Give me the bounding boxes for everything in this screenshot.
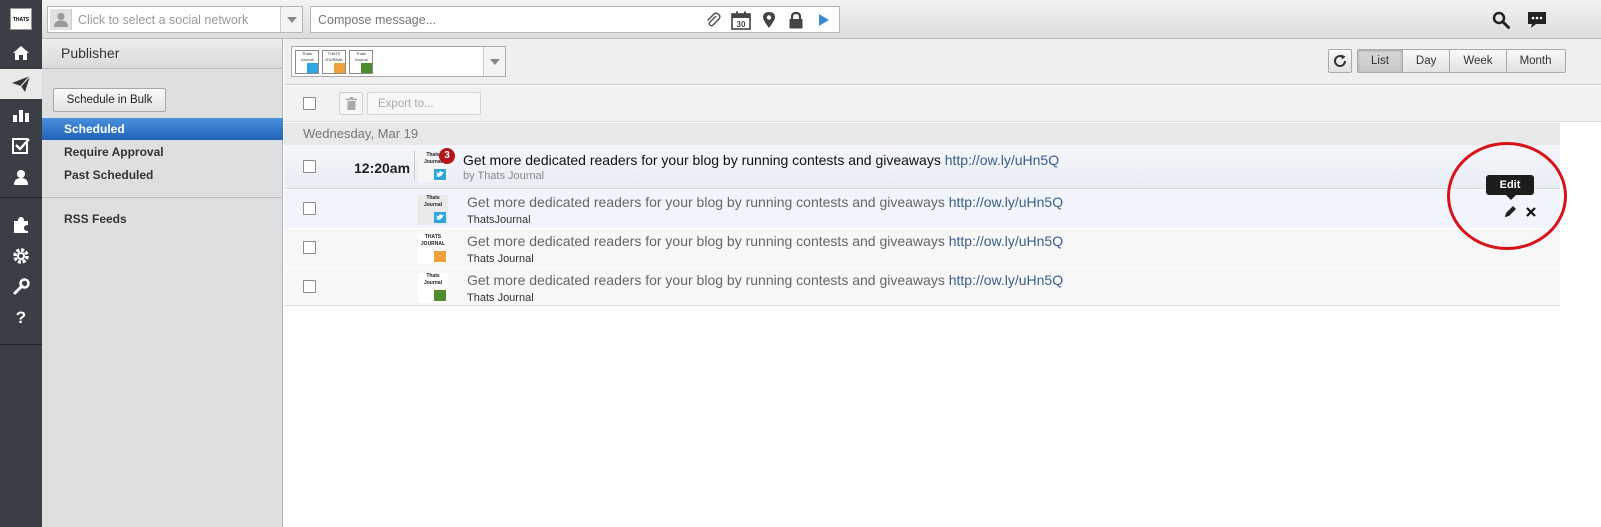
post-checkbox[interactable]	[303, 202, 316, 215]
settings-icon[interactable]	[0, 241, 42, 271]
main-content: Thats Journal THATS JOURNAL Thats Journa…	[284, 39, 1601, 527]
bulk-action-bar: Export to...	[284, 86, 1601, 122]
row-divider	[414, 151, 415, 181]
attachment-icon[interactable]	[703, 10, 723, 30]
app-rail: THATS JOURNAL ?	[0, 0, 42, 527]
post-body: Get more dedicated readers for your blog…	[467, 233, 945, 249]
network-icon	[434, 251, 446, 262]
message-count-badge: 3	[439, 148, 455, 164]
post-row[interactable]: Thats Journal Get more dedicated readers…	[284, 190, 1560, 228]
chevron-down-icon[interactable]	[280, 7, 302, 32]
tools-icon[interactable]	[0, 272, 42, 302]
view-month-button[interactable]: Month	[1506, 50, 1565, 72]
lock-icon[interactable]	[786, 10, 806, 30]
profile-picker[interactable]: Thats Journal THATS JOURNAL Thats Journa…	[291, 46, 506, 77]
post-link[interactable]: http://ow.ly/uHn5Q	[949, 233, 1063, 249]
post-link[interactable]: http://ow.ly/uHn5Q	[949, 194, 1063, 210]
user-icon	[50, 9, 72, 30]
annotation-circle	[1447, 142, 1567, 250]
network-icon	[434, 290, 446, 301]
rail-divider	[0, 344, 42, 345]
apps-icon[interactable]	[0, 210, 42, 240]
view-day-button[interactable]: Day	[1402, 50, 1451, 72]
twitter-icon	[434, 169, 446, 180]
profile-chip-label: THATS JOURNAL	[324, 51, 344, 62]
schedule-in-bulk-button[interactable]: Schedule in Bulk	[53, 88, 166, 112]
refresh-button[interactable]	[1328, 49, 1352, 73]
profile-thumbnail-label: Thats Journal	[423, 195, 443, 208]
twitter-icon	[434, 212, 446, 223]
rail-divider	[0, 197, 42, 198]
profile-thumbnail: Thats Journal	[418, 195, 448, 225]
profile-thumbnail-label: THATS JOURNAL	[420, 234, 446, 247]
nav-scheduled[interactable]: Scheduled	[42, 118, 283, 140]
message-time: 12:20am	[354, 160, 411, 176]
refresh-icon	[1334, 54, 1347, 67]
post-checkbox[interactable]	[303, 280, 316, 293]
message-checkbox[interactable]	[303, 160, 316, 173]
post-author: Thats Journal	[467, 292, 534, 304]
profile-thumbnail: Thats Journal	[418, 273, 448, 303]
message-link[interactable]: http://ow.ly/uHn5Q	[945, 152, 1059, 168]
message-text: Get more dedicated readers for your blog…	[463, 152, 1059, 168]
post-body: Get more dedicated readers for your blog…	[467, 194, 945, 210]
filter-bar: Thats Journal THATS JOURNAL Thats Journa…	[284, 39, 1601, 85]
post-row[interactable]: THATS JOURNAL Get more dedicated readers…	[284, 229, 1560, 267]
view-list-button[interactable]: List	[1358, 50, 1403, 72]
calendar-day: 30	[737, 20, 746, 29]
post-row[interactable]: Thats Journal Get more dedicated readers…	[284, 268, 1560, 306]
analytics-icon[interactable]	[0, 100, 42, 130]
profile-chip[interactable]: Thats Journal	[295, 50, 319, 74]
profile-chip-label: Thats Journal	[300, 51, 314, 62]
notifications-icon[interactable]	[1526, 9, 1548, 31]
profile-chip[interactable]: THATS JOURNAL	[322, 50, 346, 74]
day-header: Wednesday, Mar 19	[284, 123, 1560, 145]
contacts-icon[interactable]	[0, 162, 42, 192]
nav-past-scheduled[interactable]: Past Scheduled	[42, 164, 283, 186]
chevron-down-icon[interactable]	[483, 47, 505, 76]
nav-rss-feeds[interactable]: RSS Feeds	[42, 208, 283, 230]
sidebar-divider	[42, 197, 283, 198]
profile-chip[interactable]: Thats Journal	[349, 50, 373, 74]
view-toggle: List Day Week Month	[1357, 49, 1566, 73]
twitter-icon	[307, 63, 318, 73]
compose-input[interactable]	[311, 7, 691, 32]
publisher-sidebar: Publisher Schedule in Bulk Scheduled Req…	[42, 39, 283, 527]
social-network-selector[interactable]: Click to select a social network	[47, 6, 303, 33]
social-network-placeholder: Click to select a social network	[78, 13, 249, 27]
network-icon	[361, 63, 372, 73]
send-icon[interactable]	[814, 10, 834, 30]
top-bar: Click to select a social network 30	[42, 0, 1601, 39]
post-text: Get more dedicated readers for your blog…	[467, 272, 1063, 288]
network-icon	[334, 63, 345, 73]
post-link[interactable]: http://ow.ly/uHn5Q	[949, 272, 1063, 288]
profile-chip-label: Thats Journal	[354, 51, 368, 62]
post-checkbox[interactable]	[303, 241, 316, 254]
nav-require-approval[interactable]: Require Approval	[42, 141, 283, 163]
post-text: Get more dedicated readers for your blog…	[467, 233, 1063, 249]
scheduled-message-group[interactable]: 12:20am Thats Journal 3 Get more dedicat…	[284, 145, 1560, 189]
message-author: by Thats Journal	[463, 170, 545, 182]
post-author: Thats Journal	[467, 253, 534, 265]
publisher-icon[interactable]	[0, 69, 42, 99]
profile-thumbnail: THATS JOURNAL	[418, 234, 448, 264]
post-author: ThatsJournal	[467, 214, 531, 226]
profile-thumbnail-label: Thats Journal	[423, 273, 443, 286]
calendar-icon[interactable]: 30	[731, 10, 751, 30]
compose-box[interactable]: 30	[310, 6, 840, 33]
post-body: Get more dedicated readers for your blog…	[467, 272, 945, 288]
post-text: Get more dedicated readers for your blog…	[467, 194, 1063, 210]
home-icon[interactable]	[0, 38, 42, 68]
select-all-checkbox[interactable]	[303, 97, 316, 110]
location-icon[interactable]	[759, 10, 779, 30]
publisher-title: Publisher	[42, 39, 282, 69]
message-body: Get more dedicated readers for your blog…	[463, 152, 941, 168]
export-button[interactable]: Export to...	[367, 92, 481, 115]
assignments-icon[interactable]	[0, 131, 42, 161]
help-icon[interactable]: ?	[0, 303, 42, 333]
search-icon[interactable]	[1490, 9, 1512, 31]
brand-logo[interactable]: THATS JOURNAL	[10, 8, 32, 30]
view-week-button[interactable]: Week	[1450, 50, 1507, 72]
trash-icon[interactable]	[339, 92, 363, 115]
